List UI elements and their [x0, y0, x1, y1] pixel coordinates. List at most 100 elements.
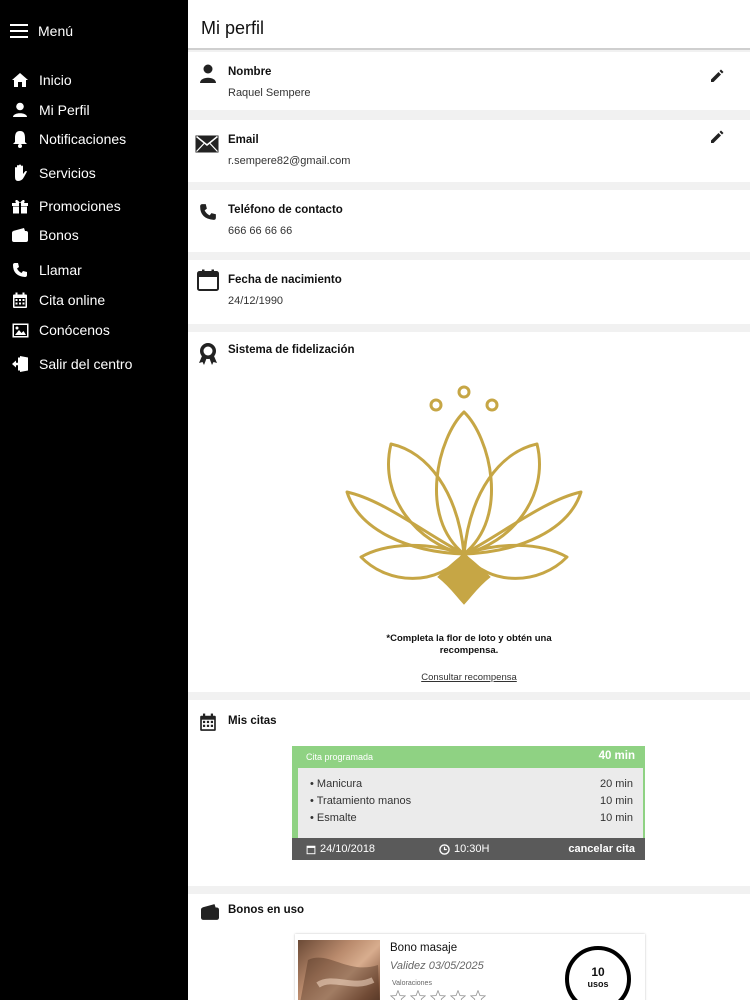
appointment-services: • Manicura 20 min • Tratamiento manos 10…: [292, 768, 645, 838]
sidebar-item-label: Servicios: [39, 165, 96, 181]
pencil-icon: [711, 130, 724, 143]
birthdate-label: Fecha de nacimiento: [228, 274, 342, 286]
home-icon: [10, 70, 30, 90]
lotus-flower-graphic: [345, 385, 583, 605]
user-icon: [196, 62, 220, 86]
clock-icon: [439, 843, 450, 855]
service-duration: 10 min: [599, 812, 633, 824]
envelope-icon: [195, 132, 219, 156]
sidebar-item-label: Bonos: [39, 227, 79, 243]
calendar-icon: [10, 290, 30, 310]
hand-icon: [10, 163, 30, 183]
star-icon[interactable]: [410, 990, 426, 1000]
service-duration: 20 min: [599, 778, 633, 790]
edit-email-button[interactable]: [710, 130, 726, 146]
star-icon[interactable]: [390, 990, 406, 1000]
sidebar-item-label: Conócenos: [39, 322, 110, 338]
star-icon[interactable]: [470, 990, 486, 1000]
bono-title: Bono masaje: [390, 942, 458, 954]
consultar-recompensa-link[interactable]: Consultar recompensa: [188, 672, 750, 683]
appointment-date: 24/10/2018: [306, 843, 375, 855]
image-icon: [10, 320, 30, 340]
sidebar-item-notificaciones[interactable]: Notificaciones: [10, 127, 126, 151]
loyalty-note: *Completa la flor de loto y obtén una re…: [188, 633, 750, 657]
star-icon[interactable]: [430, 990, 446, 1000]
loyalty-card: Sistema de fidelización *Completa la flo…: [188, 332, 750, 692]
phone-value: 666 66 66 66: [228, 225, 293, 237]
ratings-label: Valoraciones: [392, 980, 432, 987]
sidebar: Menú Inicio Mi Perfil Notificaciones Ser…: [0, 0, 188, 1000]
top-bar: Mi perfil: [188, 0, 750, 50]
uses-label: usos: [587, 979, 609, 989]
bonos-card: Bonos en uso Bono masaje Validez 03/05/2…: [188, 894, 750, 1000]
page-title: Mi perfil: [201, 18, 265, 38]
service-name: Tratamiento manos: [316, 795, 412, 807]
sidebar-item-promociones[interactable]: Promociones: [10, 194, 121, 218]
loyalty-label: Sistema de fidelización: [228, 344, 355, 356]
sidebar-item-label: Notificaciones: [39, 131, 127, 147]
appointment-footer: 24/10/2018 10:30H cancelar cita: [292, 838, 645, 860]
exit-icon: [10, 354, 30, 374]
birthdate-value: 24/12/1990: [228, 295, 284, 307]
cancel-appointment-button[interactable]: cancelar cita: [568, 843, 635, 855]
appointment-time: 10:30H: [439, 843, 489, 855]
bell-icon: [10, 129, 30, 149]
sidebar-item-conocenos[interactable]: Conócenos: [10, 318, 110, 342]
service-row: • Tratamiento manos 10 min: [310, 795, 633, 812]
rating-stars[interactable]: [390, 990, 486, 1000]
bonos-label: Bonos en uso: [228, 904, 305, 916]
menu-toggle[interactable]: Menú: [10, 20, 73, 42]
appointments-card: Mis citas Cita programada 40 min • Manic…: [188, 700, 750, 886]
service-name: Manicura: [316, 778, 363, 790]
profile-name-card: Nombre Raquel Sempere: [188, 52, 750, 110]
loyalty-note-line1: *Completa la flor de loto y obtén una: [386, 633, 552, 644]
bono-validity: Validez 03/05/2025: [390, 960, 484, 972]
appointment-status: Cita programada: [306, 752, 374, 762]
sidebar-item-servicios[interactable]: Servicios: [10, 161, 96, 185]
sidebar-item-llamar[interactable]: Llamar: [10, 258, 82, 282]
service-name: Esmalte: [316, 812, 357, 824]
massage-photo: [298, 940, 380, 1000]
phone-icon: [10, 260, 30, 280]
sidebar-item-label: Inicio: [39, 72, 72, 88]
phone-label: Teléfono de contacto: [228, 204, 343, 216]
service-row: • Esmalte 10 min: [310, 812, 633, 829]
completed-petal: [437, 553, 491, 605]
profile-birthdate-card: Fecha de nacimiento 24/12/1990: [188, 260, 750, 324]
appointment-time-text: 10:30H: [454, 843, 490, 855]
sidebar-item-label: Llamar: [39, 262, 82, 278]
appointment-card[interactable]: Cita programada 40 min • Manicura 20 min…: [292, 746, 645, 860]
sidebar-item-label: Cita online: [39, 292, 106, 308]
sidebar-item-cita-online[interactable]: Cita online: [10, 288, 105, 312]
star-icon[interactable]: [450, 990, 466, 1000]
sidebar-item-salir[interactable]: Salir del centro: [10, 352, 132, 376]
profile-email-card: Email r.sempere82@gmail.com: [188, 120, 750, 182]
edit-name-button[interactable]: [710, 69, 726, 85]
award-icon: [196, 342, 220, 366]
email-value: r.sempere82@gmail.com: [228, 155, 351, 167]
gift-icon: [10, 196, 30, 216]
email-label: Email: [228, 134, 259, 146]
wallet-icon: [10, 225, 30, 245]
loyalty-note-line2: recompensa.: [439, 645, 499, 656]
sidebar-item-mi-perfil[interactable]: Mi Perfil: [10, 98, 90, 122]
menu-label: Menú: [38, 23, 74, 39]
name-label: Nombre: [228, 66, 272, 78]
bono-item[interactable]: Bono masaje Validez 03/05/2025 Valoracio…: [295, 934, 645, 1000]
main-content: Mi perfil Nombre Raquel Sempere Email r.…: [188, 0, 750, 1000]
profile-phone-card: Teléfono de contacto 666 66 66 66: [188, 190, 750, 252]
user-icon: [10, 100, 30, 120]
phone-icon: [196, 200, 220, 224]
uses-counter: 10 usos: [565, 946, 631, 1000]
hamburger-icon: [10, 24, 28, 38]
sidebar-item-inicio[interactable]: Inicio: [10, 68, 72, 92]
service-duration: 10 min: [599, 795, 633, 807]
appointment-date-text: 24/10/2018: [320, 843, 376, 855]
appointments-label: Mis citas: [228, 715, 277, 727]
calendar-icon: [196, 268, 220, 292]
sidebar-item-label: Mi Perfil: [39, 102, 90, 118]
calendar-icon: [196, 710, 220, 734]
name-value: Raquel Sempere: [228, 87, 311, 99]
sidebar-item-bonos[interactable]: Bonos: [10, 223, 79, 247]
sidebar-item-label: Salir del centro: [39, 356, 133, 372]
